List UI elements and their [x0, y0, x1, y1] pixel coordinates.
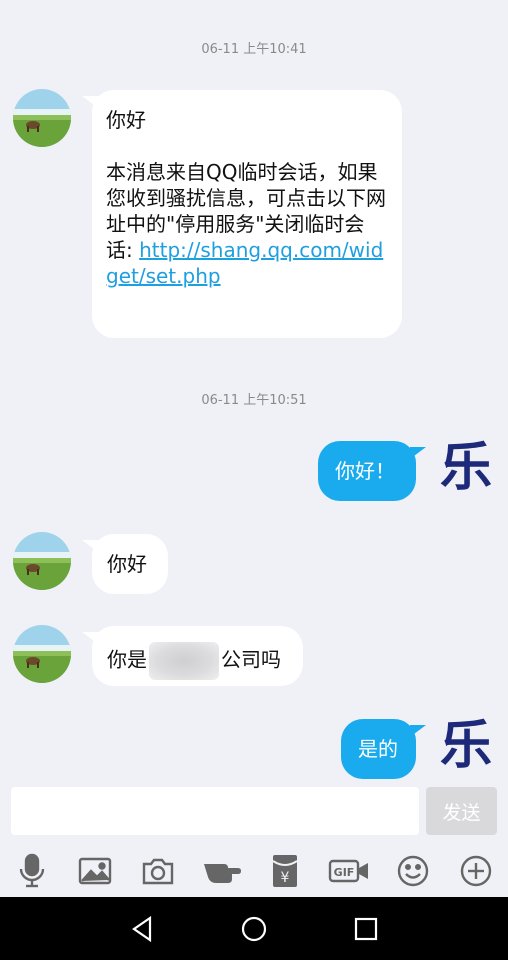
message-greeting: 你好 [106, 108, 146, 132]
gif-icon[interactable]: GIF [328, 851, 370, 891]
system-navigation-bar [0, 897, 508, 960]
timestamp: 06-11 上午10:41 [201, 42, 307, 57]
timestamp: 06-11 上午10:51 [201, 393, 307, 408]
contact-avatar[interactable] [13, 625, 71, 683]
message-text: 你好 [107, 552, 147, 576]
message-link[interactable]: http://shang.qq.com/widget/set.php [106, 238, 383, 288]
incoming-message-bubble[interactable]: 你是 公司吗 [82, 626, 303, 686]
plus-icon[interactable] [456, 851, 496, 891]
home-icon[interactable] [236, 911, 272, 947]
yen-label: ¥ [281, 870, 290, 886]
message-text-suffix: 公司吗 [221, 647, 281, 672]
message-input[interactable] [11, 787, 419, 835]
input-toolbar: ¥ GIF [0, 845, 508, 897]
composer: 发送 [0, 785, 508, 845]
message-text: 你好！ [335, 459, 395, 483]
poke-icon[interactable] [202, 851, 242, 891]
image-icon[interactable] [75, 851, 115, 891]
message-text: 是的 [358, 737, 398, 761]
back-icon[interactable] [124, 911, 160, 947]
recent-apps-icon[interactable] [348, 911, 384, 947]
gif-label: GIF [334, 866, 355, 879]
message-text-prefix: 你是 [107, 647, 147, 672]
microphone-icon[interactable] [12, 851, 52, 891]
landscape-avatar-icon [13, 532, 71, 590]
outgoing-message-bubble[interactable]: 是的 [341, 719, 426, 779]
emoji-icon[interactable] [393, 851, 433, 891]
contact-avatar[interactable] [13, 89, 71, 147]
incoming-message-bubble[interactable]: 你好 [82, 534, 168, 594]
camera-icon[interactable] [138, 851, 178, 891]
contact-avatar[interactable] [13, 532, 71, 590]
red-packet-icon[interactable]: ¥ [265, 851, 305, 891]
send-button[interactable]: 发送 [426, 787, 497, 835]
incoming-message-bubble[interactable]: 你好 本消息来自QQ临时会话，如果您收到骚扰信息，可点击以下网址中的"停用服务"… [82, 90, 402, 338]
redacted-area [149, 642, 219, 680]
self-avatar[interactable]: 乐 [438, 718, 494, 774]
self-avatar[interactable]: 乐 [438, 440, 494, 496]
outgoing-message-bubble[interactable]: 你好！ [318, 441, 426, 501]
message-body: 本消息来自QQ临时会话，如果您收到骚扰信息，可点击以下网址中的"停用服务"关闭临… [106, 159, 388, 289]
landscape-avatar-icon [13, 625, 71, 683]
landscape-avatar-icon [13, 89, 71, 147]
chat-area[interactable]: 06-11 上午10:41 你好 本消息来自QQ临时会话，如果您收到骚扰信息，可… [0, 0, 508, 785]
